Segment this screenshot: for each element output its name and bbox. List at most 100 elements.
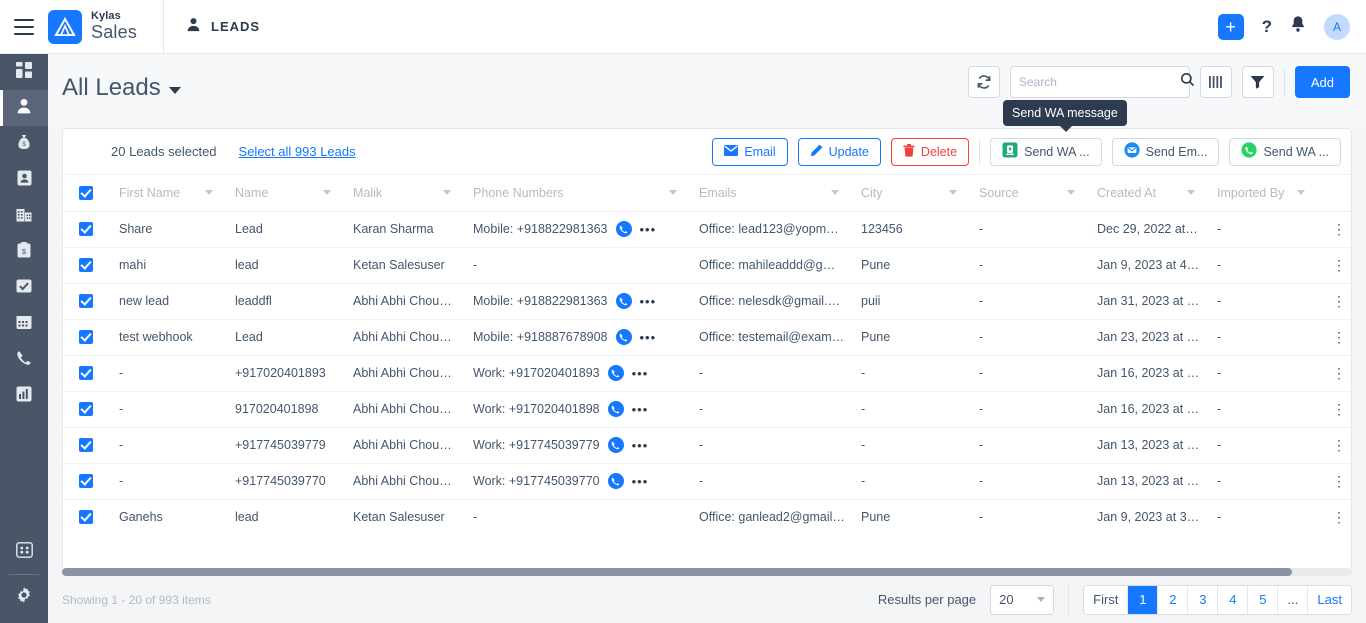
hamburger-menu-icon[interactable] [14, 19, 34, 35]
sidebar-item-quotes[interactable]: $ [0, 234, 48, 270]
delete-action-button[interactable]: Delete [891, 138, 969, 166]
chevron-down-icon[interactable] [169, 87, 181, 94]
row-more-options-icon[interactable]: ⋮ [1327, 402, 1351, 416]
row-more-options-icon[interactable]: ⋮ [1327, 258, 1351, 272]
brand-logo-block[interactable]: Kylas Sales [48, 10, 137, 44]
chevron-down-icon[interactable] [205, 190, 213, 195]
phone-more-options-icon[interactable]: ••• [632, 403, 649, 416]
call-icon[interactable] [616, 329, 632, 345]
column-header-created-at[interactable]: Created At [1089, 175, 1209, 211]
chevron-down-icon[interactable] [831, 190, 839, 195]
row-more-options-icon[interactable]: ⋮ [1327, 474, 1351, 488]
page-button[interactable]: 1 [1128, 586, 1158, 614]
sidebar-item-calls[interactable] [0, 342, 48, 378]
page-button[interactable]: 5 [1248, 586, 1278, 614]
page-button[interactable]: First [1084, 586, 1128, 614]
row-checkbox[interactable] [79, 438, 93, 452]
page-button[interactable]: 3 [1188, 586, 1218, 614]
scrollbar-track[interactable] [62, 568, 1352, 576]
select-all-link[interactable]: Select all 993 Leads [239, 144, 356, 159]
horizontal-scrollbar[interactable] [62, 568, 1352, 576]
sidebar-item-leads[interactable] [0, 90, 48, 126]
module-indicator[interactable]: LEADS [186, 17, 260, 37]
results-per-page-select[interactable]: 20 [990, 585, 1054, 615]
row-more-options-icon[interactable]: ⋮ [1327, 366, 1351, 380]
row-checkbox[interactable] [79, 402, 93, 416]
table-row[interactable]: -917020401898Abhi Abhi ChouhanWork: +917… [63, 391, 1351, 427]
row-more-options-icon[interactable]: ⋮ [1327, 330, 1351, 344]
page-button[interactable]: Last [1308, 586, 1351, 614]
leads-table-scroll[interactable]: First Name Name Malik [63, 175, 1351, 530]
column-header-malik[interactable]: Malik [345, 175, 465, 211]
row-checkbox[interactable] [79, 294, 93, 308]
help-icon[interactable]: ? [1262, 17, 1272, 37]
scrollbar-thumb[interactable] [62, 568, 1292, 576]
column-header-name[interactable]: Name [227, 175, 345, 211]
phone-more-options-icon[interactable]: ••• [640, 223, 657, 236]
phone-more-options-icon[interactable]: ••• [632, 475, 649, 488]
search-icon[interactable] [1180, 72, 1195, 92]
columns-button[interactable] [1200, 66, 1232, 98]
phone-more-options-icon[interactable]: ••• [632, 439, 649, 452]
page-button[interactable]: 4 [1218, 586, 1248, 614]
table-row[interactable]: test webhookLeadAbhi Abhi ChouhanMobile:… [63, 319, 1351, 355]
sidebar-item-tasks[interactable] [0, 270, 48, 306]
sidebar-item-reports[interactable] [0, 378, 48, 414]
sidebar-item-dashboard[interactable] [0, 54, 48, 90]
chevron-down-icon[interactable] [669, 190, 677, 195]
call-icon[interactable] [608, 473, 624, 489]
chevron-down-icon[interactable] [1187, 190, 1195, 195]
update-action-button[interactable]: Update [798, 138, 881, 166]
call-icon[interactable] [608, 365, 624, 381]
row-more-options-icon[interactable]: ⋮ [1327, 510, 1351, 524]
chevron-down-icon[interactable] [443, 190, 451, 195]
phone-more-options-icon[interactable]: ••• [632, 367, 649, 380]
column-header-first-name[interactable]: First Name [111, 175, 227, 211]
call-icon[interactable] [608, 437, 624, 453]
row-checkbox[interactable] [79, 222, 93, 236]
call-icon[interactable] [616, 221, 632, 237]
column-header-city[interactable]: City [853, 175, 971, 211]
sidebar-item-deals[interactable]: $ [0, 126, 48, 162]
email-action-button[interactable]: Email [712, 138, 787, 166]
call-icon[interactable] [608, 401, 624, 417]
chevron-down-icon[interactable] [1297, 190, 1305, 195]
send-email-integration-button[interactable]: Send Em... [1112, 138, 1220, 166]
row-more-options-icon[interactable]: ⋮ [1327, 438, 1351, 452]
column-header-phone-numbers[interactable]: Phone Numbers [465, 175, 691, 211]
row-checkbox[interactable] [79, 330, 93, 344]
chevron-down-icon[interactable] [949, 190, 957, 195]
table-row[interactable]: new leadleaddflAbhi Abhi ChouhanMobile: … [63, 283, 1351, 319]
phone-more-options-icon[interactable]: ••• [640, 295, 657, 308]
search-input[interactable] [1019, 75, 1174, 89]
notifications-bell-icon[interactable] [1290, 15, 1306, 38]
avatar[interactable]: A [1324, 14, 1350, 40]
phone-more-options-icon[interactable]: ••• [640, 331, 657, 344]
row-checkbox[interactable] [79, 510, 93, 524]
table-row[interactable]: GanehsleadKetan Salesuser-Office: ganlea… [63, 499, 1351, 530]
add-button[interactable]: Add [1295, 66, 1350, 98]
sidebar-item-contacts[interactable] [0, 162, 48, 198]
send-wa-integration-button-1[interactable]: Send WA ... [990, 138, 1102, 166]
column-header-imported-by[interactable]: Imported By [1209, 175, 1319, 211]
row-checkbox[interactable] [79, 474, 93, 488]
create-new-button[interactable]: + [1218, 14, 1244, 40]
refresh-button[interactable] [968, 66, 1000, 98]
page-button[interactable]: 2 [1158, 586, 1188, 614]
row-more-options-icon[interactable]: ⋮ [1327, 222, 1351, 236]
sidebar-item-calendar[interactable] [0, 306, 48, 342]
column-header-emails[interactable]: Emails [691, 175, 853, 211]
page-title[interactable]: All Leads [62, 74, 181, 102]
chevron-down-icon[interactable] [1037, 597, 1045, 602]
row-checkbox[interactable] [79, 366, 93, 380]
call-icon[interactable] [616, 293, 632, 309]
filter-button[interactable] [1242, 66, 1274, 98]
table-row[interactable]: -+917745039779Abhi Abhi ChouhanWork: +91… [63, 427, 1351, 463]
chevron-down-icon[interactable] [1067, 190, 1075, 195]
select-all-checkbox[interactable] [79, 186, 93, 200]
table-row[interactable]: -+917020401893Abhi Abhi ChouhanWork: +91… [63, 355, 1351, 391]
send-wa-integration-button-2[interactable]: Send WA ... [1229, 138, 1341, 166]
table-row[interactable]: -+917745039770Abhi Abhi ChouhanWork: +91… [63, 463, 1351, 499]
row-checkbox[interactable] [79, 258, 93, 272]
chevron-down-icon[interactable] [323, 190, 331, 195]
